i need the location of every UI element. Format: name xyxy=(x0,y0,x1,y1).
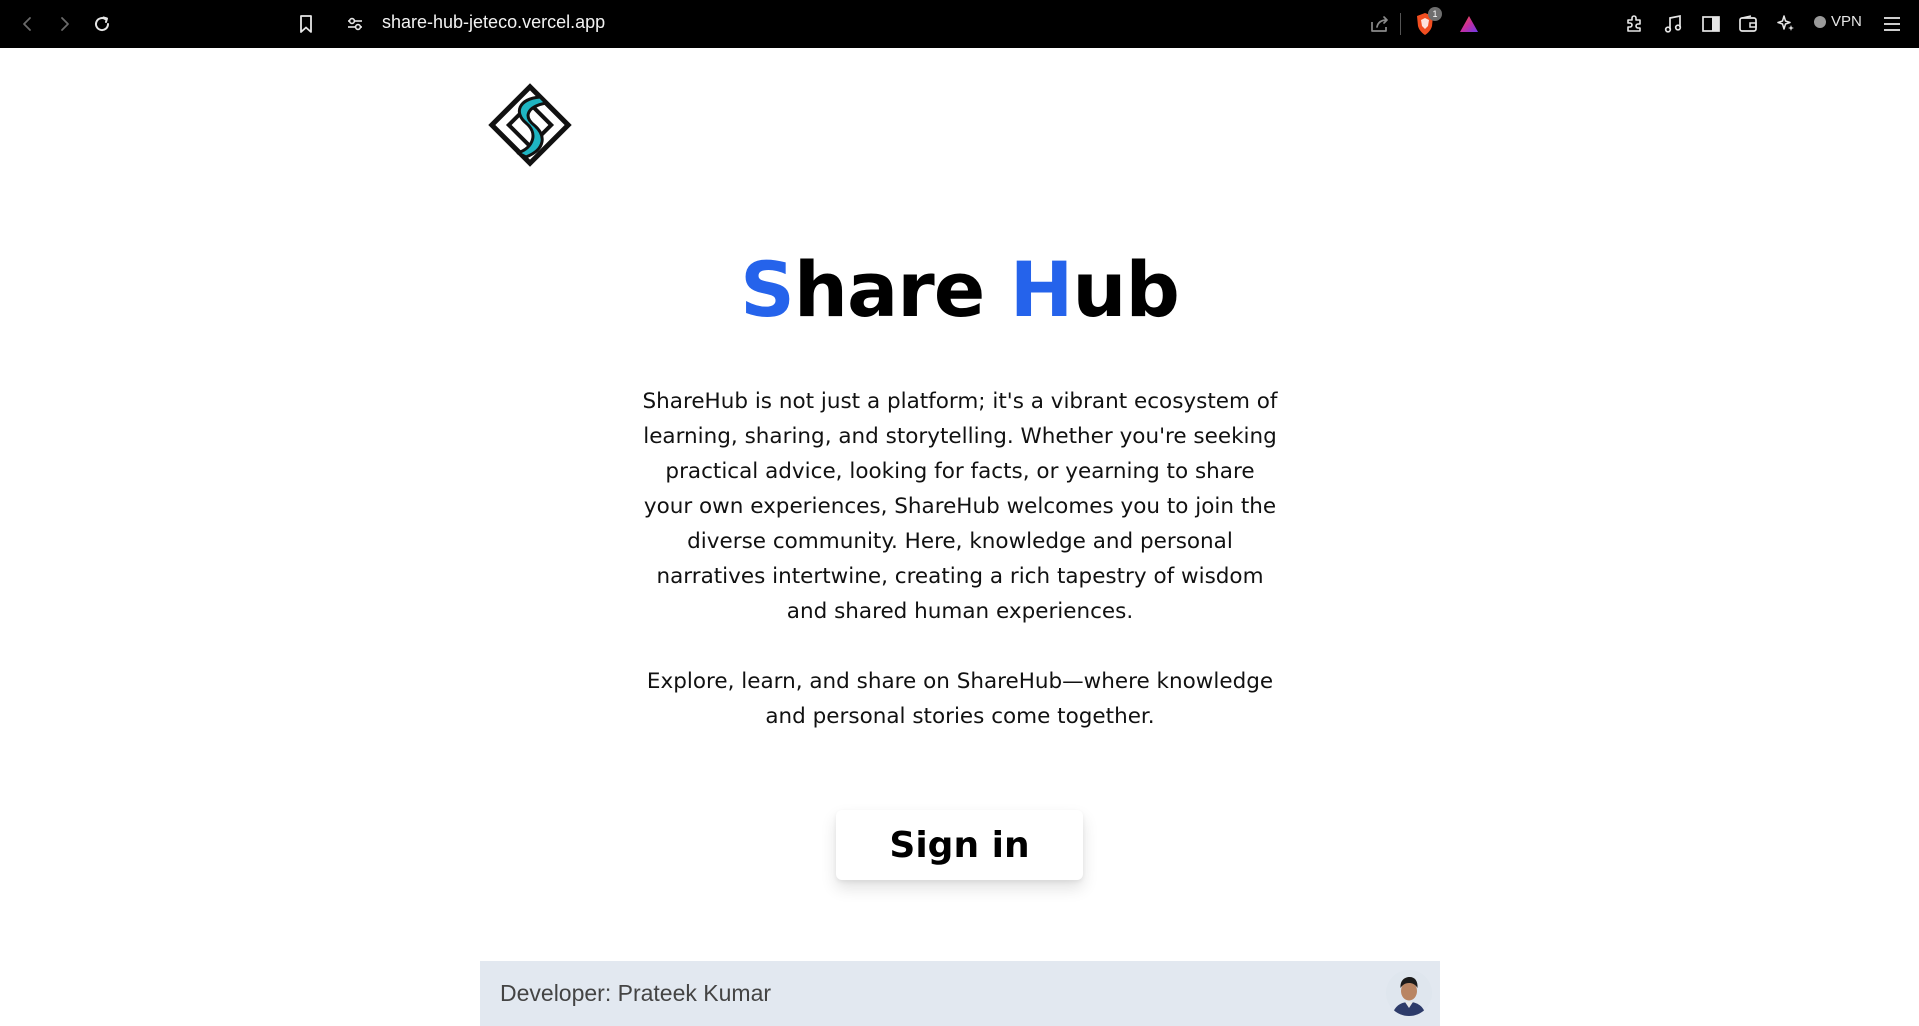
menu-icon[interactable] xyxy=(1878,10,1906,38)
wallet-icon[interactable] xyxy=(1734,10,1762,38)
bookmark-icon[interactable] xyxy=(292,10,320,38)
leo-ai-icon[interactable] xyxy=(1772,10,1800,38)
sharehub-logo[interactable] xyxy=(488,83,572,167)
title-letter-s: S xyxy=(740,245,795,334)
sign-in-button[interactable]: Sign in xyxy=(836,810,1083,880)
vpn-label: VPN xyxy=(1831,13,1862,30)
brave-rewards-icon[interactable] xyxy=(1455,10,1483,38)
forward-icon[interactable] xyxy=(50,10,78,38)
vpn-button[interactable]: VPN xyxy=(1814,13,1862,30)
toolbar-divider xyxy=(1400,13,1401,35)
share-icon[interactable] xyxy=(1366,10,1394,38)
developer-credit: Developer: Prateek Kumar xyxy=(500,980,772,1006)
intro-paragraph: ShareHub is not just a platform; it's a … xyxy=(642,389,1278,624)
title-hare: hare xyxy=(793,245,1010,334)
back-icon[interactable] xyxy=(14,10,42,38)
address-bar-url[interactable]: share-hub-jeteco.vercel.app xyxy=(382,11,605,33)
vpn-status-icon xyxy=(1814,15,1826,28)
intro-section: ShareHub is not just a platform; it's a … xyxy=(640,384,1280,734)
shields-count-badge: 1 xyxy=(1428,7,1442,21)
page-title: Share Hub xyxy=(0,240,1919,340)
media-icon[interactable] xyxy=(1659,10,1687,38)
extensions-icon[interactable] xyxy=(1620,10,1648,38)
site-settings-icon[interactable] xyxy=(341,10,369,38)
sidebar-icon[interactable] xyxy=(1697,10,1725,38)
browser-toolbar: share-hub-jeteco.vercel.app 1 VPN xyxy=(0,0,1919,48)
title-ub: ub xyxy=(1072,245,1180,334)
developer-avatar[interactable] xyxy=(1386,970,1432,1016)
title-letter-h: H xyxy=(1009,245,1074,334)
reload-icon[interactable] xyxy=(88,10,116,38)
footer: Developer: Prateek Kumar xyxy=(480,961,1440,1026)
explore-paragraph: Explore, learn, and share on ShareHub—wh… xyxy=(646,669,1274,729)
